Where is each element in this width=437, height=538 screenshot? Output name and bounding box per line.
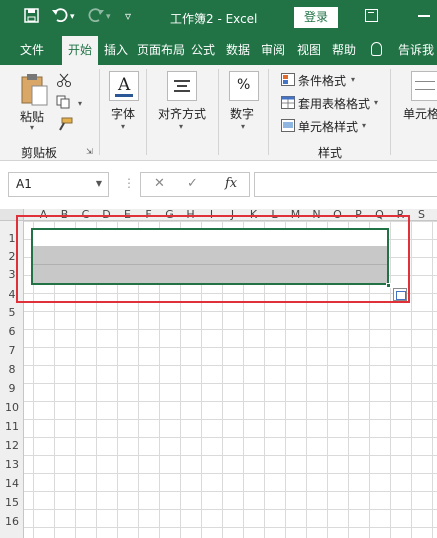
cell-style-button[interactable]: 单元格样式	[298, 118, 358, 135]
copy-dropdown-icon[interactable]: ▾	[78, 99, 82, 108]
align-label[interactable]: 对齐方式	[158, 105, 206, 122]
tab-data[interactable]: 数据	[222, 36, 254, 65]
tab-tell-me[interactable]: 告诉我	[395, 36, 437, 65]
redo-dropdown-icon: ▾	[106, 12, 111, 22]
divider	[146, 69, 147, 155]
number-dropdown-icon[interactable]: ▾	[241, 122, 245, 131]
ribbon-tabs: 文件 开始 插入 页面布局 公式 数据 审阅 视图 帮助 告诉我	[0, 36, 437, 65]
lightbulb-icon[interactable]	[371, 42, 382, 56]
styles-group-label: 样式	[318, 146, 343, 160]
ribbon: 粘贴 ▾ ▾ 剪贴板 ⇲ A 字体 ▾ 对齐方式 ▾ % 数字 ▾ 条件格式 ▾…	[0, 65, 437, 161]
tab-help[interactable]: 帮助	[328, 36, 360, 65]
cells-icon[interactable]	[411, 71, 437, 101]
align-icon[interactable]	[167, 71, 197, 101]
table-format-icon	[281, 96, 295, 112]
cell-style-icon	[281, 119, 295, 135]
row-header[interactable]: 10	[0, 401, 24, 414]
tab-page-layout[interactable]: 页面布局	[134, 36, 188, 65]
table-format-dropdown-icon[interactable]: ▾	[374, 98, 378, 107]
redo-icon	[88, 8, 104, 26]
chevron-down-icon[interactable]: ▼	[96, 179, 102, 188]
font-label[interactable]: 字体	[111, 105, 135, 122]
undo-dropdown-icon[interactable]: ▾	[70, 12, 75, 22]
row-header[interactable]: 7	[0, 344, 24, 357]
cell-style-dropdown-icon[interactable]: ▾	[362, 121, 366, 130]
tab-view[interactable]: 视图	[293, 36, 325, 65]
cut-icon[interactable]	[57, 73, 71, 90]
enter-icon[interactable]: ✓	[187, 176, 198, 191]
drag-handle-icon[interactable]: ⋮	[123, 176, 135, 190]
percent-icon[interactable]: %	[229, 71, 259, 101]
title-bar: ▾ ▾ ▿ 工作簿2 - Excel 登录	[0, 0, 437, 36]
row-header[interactable]: 8	[0, 363, 24, 376]
conditional-format-button[interactable]: 条件格式	[298, 72, 346, 89]
divider	[390, 69, 391, 155]
clipboard-group-label: 剪贴板	[21, 146, 58, 160]
row-header[interactable]: 13	[0, 458, 24, 471]
copy-icon[interactable]	[56, 95, 72, 112]
ribbon-display-options-icon[interactable]	[365, 9, 378, 22]
row-header[interactable]: 14	[0, 477, 24, 490]
row-header[interactable]: 12	[0, 439, 24, 452]
row-header[interactable]: 16	[0, 515, 24, 528]
tab-review[interactable]: 审阅	[257, 36, 289, 65]
customize-qa-icon[interactable]: ▿	[125, 9, 131, 23]
formula-bar: A1 ▼ ⋮ ✕ ✓ fx	[0, 161, 437, 209]
paste-dropdown-icon[interactable]: ▾	[30, 123, 34, 132]
window-title: 工作簿2 - Excel	[170, 12, 258, 26]
conditional-format-icon	[281, 73, 295, 89]
row-header[interactable]: 15	[0, 496, 24, 509]
divider	[218, 69, 219, 155]
font-dropdown-icon[interactable]: ▾	[121, 122, 125, 131]
insert-function-icon[interactable]: fx	[225, 176, 237, 191]
column-header[interactable]: S	[411, 209, 432, 221]
name-box[interactable]: A1 ▼	[8, 172, 109, 197]
number-label[interactable]: 数字	[230, 105, 254, 122]
name-box-value: A1	[16, 177, 32, 191]
table-format-button[interactable]: 套用表格格式	[298, 95, 370, 112]
row-header[interactable]: 6	[0, 325, 24, 338]
align-dropdown-icon[interactable]: ▾	[179, 122, 183, 131]
row-header[interactable]: 9	[0, 382, 24, 395]
format-painter-icon[interactable]	[57, 117, 73, 134]
tab-home[interactable]: 开始	[62, 36, 98, 65]
tab-formulas[interactable]: 公式	[187, 36, 219, 65]
cancel-icon[interactable]: ✕	[154, 176, 165, 191]
paste-icon[interactable]	[21, 73, 49, 110]
row-header[interactable]: 5	[0, 306, 24, 319]
clipboard-launcher-icon[interactable]: ⇲	[86, 147, 93, 156]
login-button[interactable]: 登录	[294, 7, 338, 28]
highlight-annotation	[16, 215, 410, 303]
undo-icon[interactable]	[52, 8, 68, 26]
tab-insert[interactable]: 插入	[100, 36, 132, 65]
conditional-format-dropdown-icon[interactable]: ▾	[351, 75, 355, 84]
row-header[interactable]: 11	[0, 420, 24, 433]
divider	[99, 69, 100, 155]
save-icon[interactable]	[24, 8, 39, 27]
divider	[268, 69, 269, 155]
tab-file[interactable]: 文件	[14, 36, 50, 65]
formula-buttons: ✕ ✓ fx	[140, 172, 250, 197]
formula-input[interactable]	[254, 172, 437, 197]
cells-label[interactable]: 单元格	[403, 105, 437, 122]
minimize-icon[interactable]	[418, 15, 430, 17]
font-icon[interactable]: A	[109, 71, 139, 101]
